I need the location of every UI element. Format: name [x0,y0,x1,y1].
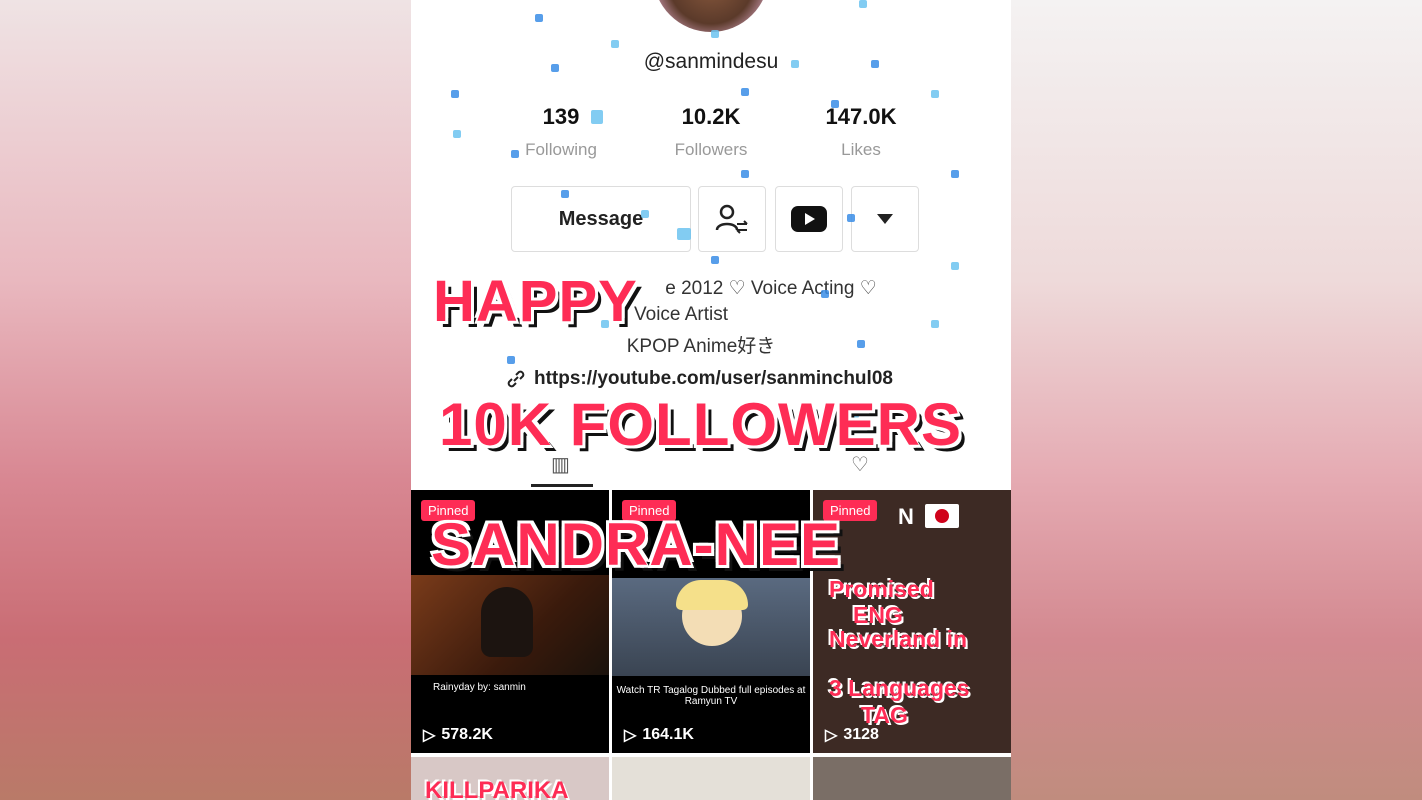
stat-likes-value: 147.0K [825,104,897,129]
stat-likes[interactable]: 147.0K Likes [791,104,931,160]
video-thumbnail-5[interactable] [612,757,810,800]
thumbnail-text-4: 3 Languages [829,675,970,701]
confetti-piece [931,320,939,328]
confetti-piece [741,88,749,96]
confetti-piece [611,40,619,48]
thumbnail-image [411,575,609,675]
more-dropdown-button[interactable] [851,186,919,252]
view-count-value: 164.1K [642,726,694,743]
confetti-piece [951,262,959,270]
thumbnail-text-3: Neverland in [829,626,968,652]
video-thumbnail-6[interactable] [813,757,1011,800]
confetti-piece [561,190,569,198]
thumbnail-text-1: Promised [829,576,934,602]
confetti-piece [847,214,855,222]
confetti-piece [451,90,459,98]
play-icon: ▷ [825,727,838,744]
confetti-piece [641,210,649,218]
overlay-happy-text: HAPPY [433,269,638,334]
confetti-piece [711,30,719,38]
japan-flag-icon [925,504,959,528]
confetti-piece [791,60,799,68]
confetti-piece [831,100,839,108]
stat-likes-label: Likes [841,140,881,159]
avatar[interactable] [653,0,769,32]
profile-link-text: https://youtube.com/user/sanminchul08 [534,368,893,389]
overlay-followers-text: 10K FOLLOWERS [439,391,963,458]
username-handle: @sanmindesu [643,50,779,73]
confetti-piece [453,130,461,138]
stat-followers-label: Followers [674,140,748,159]
caret-down-icon [877,214,893,224]
stat-followers[interactable]: 10.2K Followers [641,104,781,160]
confetti-piece [551,64,559,72]
confetti-piece [711,256,719,264]
profile-screen: @sanmindesu 139 Following 10.2K Follower… [411,0,1011,800]
thumbnail-text: KILLPARIKA [425,777,569,800]
youtube-button[interactable] [775,186,843,252]
thumbnail-letter: N [898,504,914,529]
user-swap-icon [715,204,748,234]
confetti-piece [821,290,829,298]
confetti-piece [511,150,519,158]
video-caption: Watch TR Tagalog Dubbed full episodes at… [616,685,806,707]
active-tab-indicator [531,484,593,487]
blurred-background-right [1011,0,1422,800]
confetti-piece [931,90,939,98]
confetti-piece [871,60,879,68]
overlay-name-text: SANDRA-NEE [431,511,842,578]
video-caption: Rainyday by: sanmin [433,682,526,693]
profile-link[interactable]: https://youtube.com/user/sanminchul08 [506,368,893,390]
video-thumbnail-3[interactable]: Pinned N Promised ENG Neverland in 3 Lan… [813,490,1011,753]
stat-following-value: 139 [542,104,580,129]
play-icon: ▷ [423,727,436,744]
view-count: ▷ 164.1K [624,725,694,745]
thumbnail-image [612,578,810,676]
confetti-piece [535,14,543,22]
youtube-icon [791,206,827,232]
person-silhouette [481,587,533,657]
confetti-piece [507,356,515,364]
confetti-piece [677,228,691,240]
stat-followers-value: 10.2K [681,104,741,129]
thumbnail-text-2: ENG [853,602,903,628]
message-button[interactable]: Message [511,186,691,252]
confetti-piece [591,110,603,124]
play-icon: ▷ [624,727,637,744]
view-count: ▷ 578.2K [423,725,493,745]
bio-line-3: KPOP Anime好き [626,336,776,357]
confetti-piece [859,0,867,8]
video-thumbnail-4[interactable]: KILLPARIKA [411,757,609,800]
blurred-background-left [0,0,411,800]
confetti-piece [857,340,865,348]
link-icon [507,370,525,388]
view-count-value: 578.2K [441,726,493,743]
anime-hair [676,580,748,610]
view-count: ▷ 3128 [825,725,879,745]
follow-swap-button[interactable] [698,186,766,252]
view-count-value: 3128 [843,726,879,743]
confetti-piece [951,170,959,178]
confetti-piece [741,170,749,178]
